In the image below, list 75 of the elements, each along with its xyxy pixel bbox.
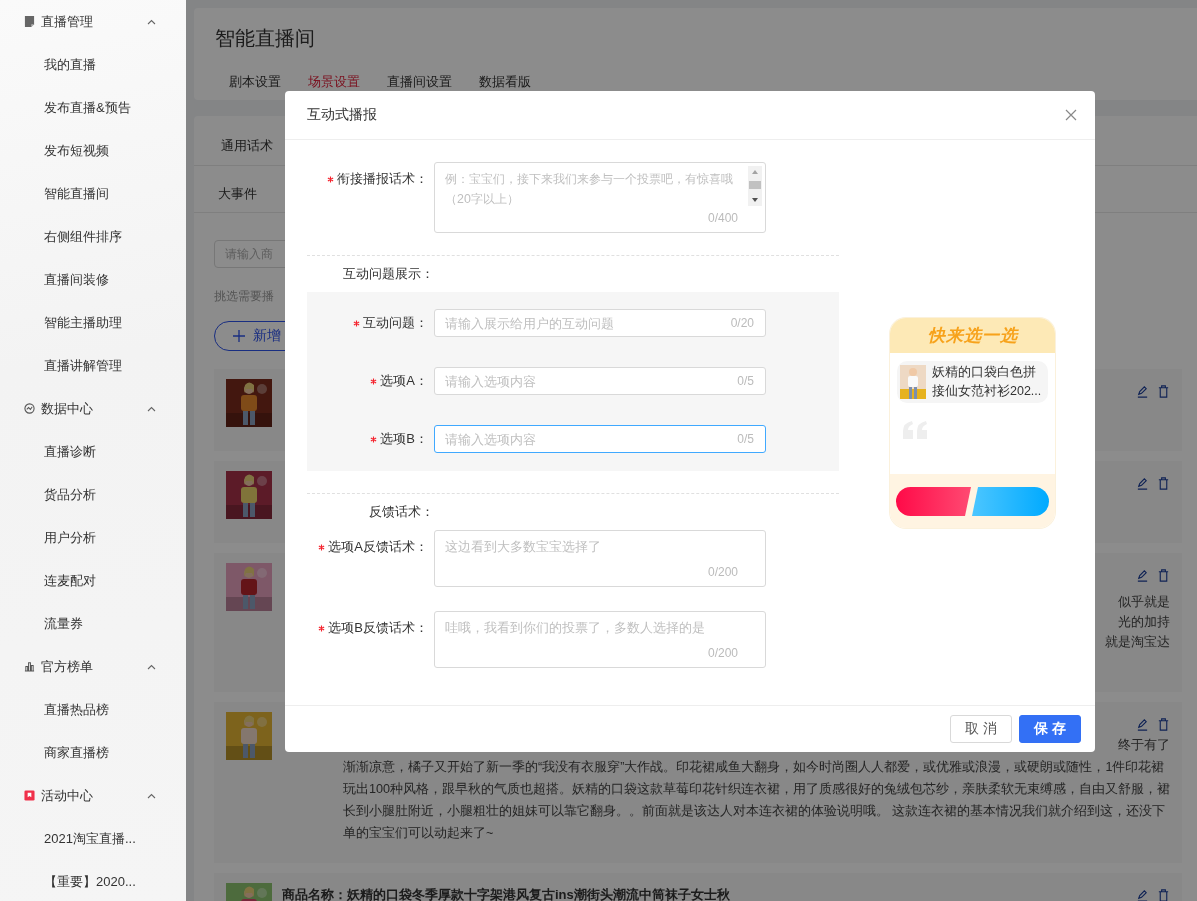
- menu-item[interactable]: 2021淘宝直播...: [0, 817, 186, 860]
- char-counter: 0/20: [730, 315, 754, 331]
- menu-item[interactable]: 流量券: [0, 602, 186, 645]
- description-text: 光的加持: [1118, 613, 1170, 631]
- field-label: 选项B：: [380, 430, 428, 448]
- edit-icon[interactable]: [1136, 568, 1149, 582]
- char-counter: 0/5: [737, 431, 754, 447]
- tab[interactable]: 数据看版: [479, 72, 531, 92]
- edit-icon[interactable]: [1136, 384, 1149, 398]
- menu-item[interactable]: 智能主播助理: [0, 301, 186, 344]
- trash-icon[interactable]: [1157, 888, 1170, 901]
- dialog-title: 互动式播报: [307, 106, 378, 124]
- menu-group[interactable]: 活动中心: [41, 786, 147, 805]
- menu-item[interactable]: 智能直播间: [0, 172, 186, 215]
- chevron-up-icon[interactable]: [147, 18, 156, 25]
- edit-icon[interactable]: [1136, 717, 1149, 731]
- menu-group[interactable]: 数据中心: [41, 399, 147, 418]
- chevron-up-icon[interactable]: [147, 405, 156, 412]
- description-line: 玩出100种风格，跟早秋的气质也超搭。妖精的口袋这款草莓印花针织连衣裙，用了质感很好的兔绒包芯纱，亲肤柔软无束缚感，自由又舒服，裙: [343, 781, 1170, 798]
- edit-icon[interactable]: [1136, 476, 1149, 490]
- description-line: 单的宝宝们可以动起来了~: [343, 825, 495, 842]
- menu-item[interactable]: 我的直播: [0, 43, 186, 86]
- page-title: 智能直播间: [215, 26, 316, 50]
- chevron-up-icon[interactable]: [147, 792, 156, 799]
- field-label: 互动问题：: [363, 314, 428, 332]
- menu-item[interactable]: 右侧组件排序: [0, 215, 186, 258]
- menu-item[interactable]: 【重要】2020...: [0, 860, 186, 901]
- preview-title: 快来选一选: [927, 325, 1018, 347]
- menu-item[interactable]: 发布短视频: [0, 129, 186, 172]
- trash-icon[interactable]: [1157, 384, 1170, 398]
- section-heading: 互动问题展示：: [343, 266, 434, 281]
- char-counter: 0/200: [707, 564, 738, 580]
- edit-icon[interactable]: [1136, 888, 1149, 901]
- menu-group[interactable]: 直播管理: [41, 12, 147, 31]
- menu-item[interactable]: 用户分析: [0, 516, 186, 559]
- menu-item[interactable]: 直播间装修: [0, 258, 186, 301]
- menu-item[interactable]: 直播讲解管理: [0, 344, 186, 387]
- char-counter: 0/5: [737, 373, 754, 389]
- menu-item[interactable]: 货品分析: [0, 473, 186, 516]
- description-line: 长到小腿肚附近，小腿粗壮的姐妹可以靠它翻身。。前面就是该达人对本连衣裙的体验说明哦。 这款连衣裙的基本情况我们就介绍到这，还没下: [343, 803, 1167, 820]
- trash-icon[interactable]: [1157, 717, 1170, 731]
- field-label: 选项A：: [380, 372, 428, 390]
- trash-icon[interactable]: [1157, 476, 1170, 490]
- chevron-up-icon[interactable]: [147, 663, 156, 670]
- field-label: 选项A反馈话术：: [328, 538, 428, 556]
- menu-item[interactable]: 直播诊断: [0, 430, 186, 473]
- char-counter: 0/200: [707, 645, 738, 661]
- bar-chart-icon: [24, 661, 35, 672]
- flag-icon: [24, 790, 35, 801]
- field-label: 选项B反馈话术：: [328, 619, 428, 637]
- tab[interactable]: 直播间设置: [387, 72, 452, 92]
- trash-icon[interactable]: [1157, 568, 1170, 582]
- description-text: 终于有了: [1118, 736, 1170, 754]
- scrollbar-drawing[interactable]: [748, 166, 762, 206]
- field-label: 衔接播报话术：: [337, 170, 428, 188]
- dashboard-icon: [24, 403, 35, 414]
- plus-icon: [233, 330, 245, 342]
- description-text: 就是淘宝达: [1105, 633, 1170, 651]
- section-heading: 反馈话术：: [369, 504, 434, 519]
- product-name: 妖精的口袋白色拼接仙女范衬衫202...: [932, 364, 1043, 400]
- cancel-button[interactable]: 取 消: [950, 715, 1013, 743]
- tab[interactable]: 通用话术: [221, 136, 273, 156]
- menu-item[interactable]: 连麦配对: [0, 559, 186, 602]
- close-icon[interactable]: [1065, 109, 1077, 121]
- menu-item[interactable]: 直播热品榜: [0, 688, 186, 731]
- char-counter: 0/400: [707, 210, 738, 226]
- description-text: 似乎就是: [1118, 593, 1170, 611]
- menu-item[interactable]: 发布直播&预告: [0, 86, 186, 129]
- save-button[interactable]: 保 存: [1019, 715, 1081, 743]
- tab[interactable]: 剧本设置: [229, 72, 281, 92]
- event-label: 大事件: [218, 186, 257, 201]
- menu-item[interactable]: 商家直播榜: [0, 731, 186, 774]
- menu-group[interactable]: 官方榜单: [41, 657, 147, 676]
- product-name: 商品名称：妖精的口袋冬季厚款十字架港风复古ins潮街头潮流中筒袜子女士秋: [282, 886, 731, 901]
- document-icon: [24, 16, 35, 27]
